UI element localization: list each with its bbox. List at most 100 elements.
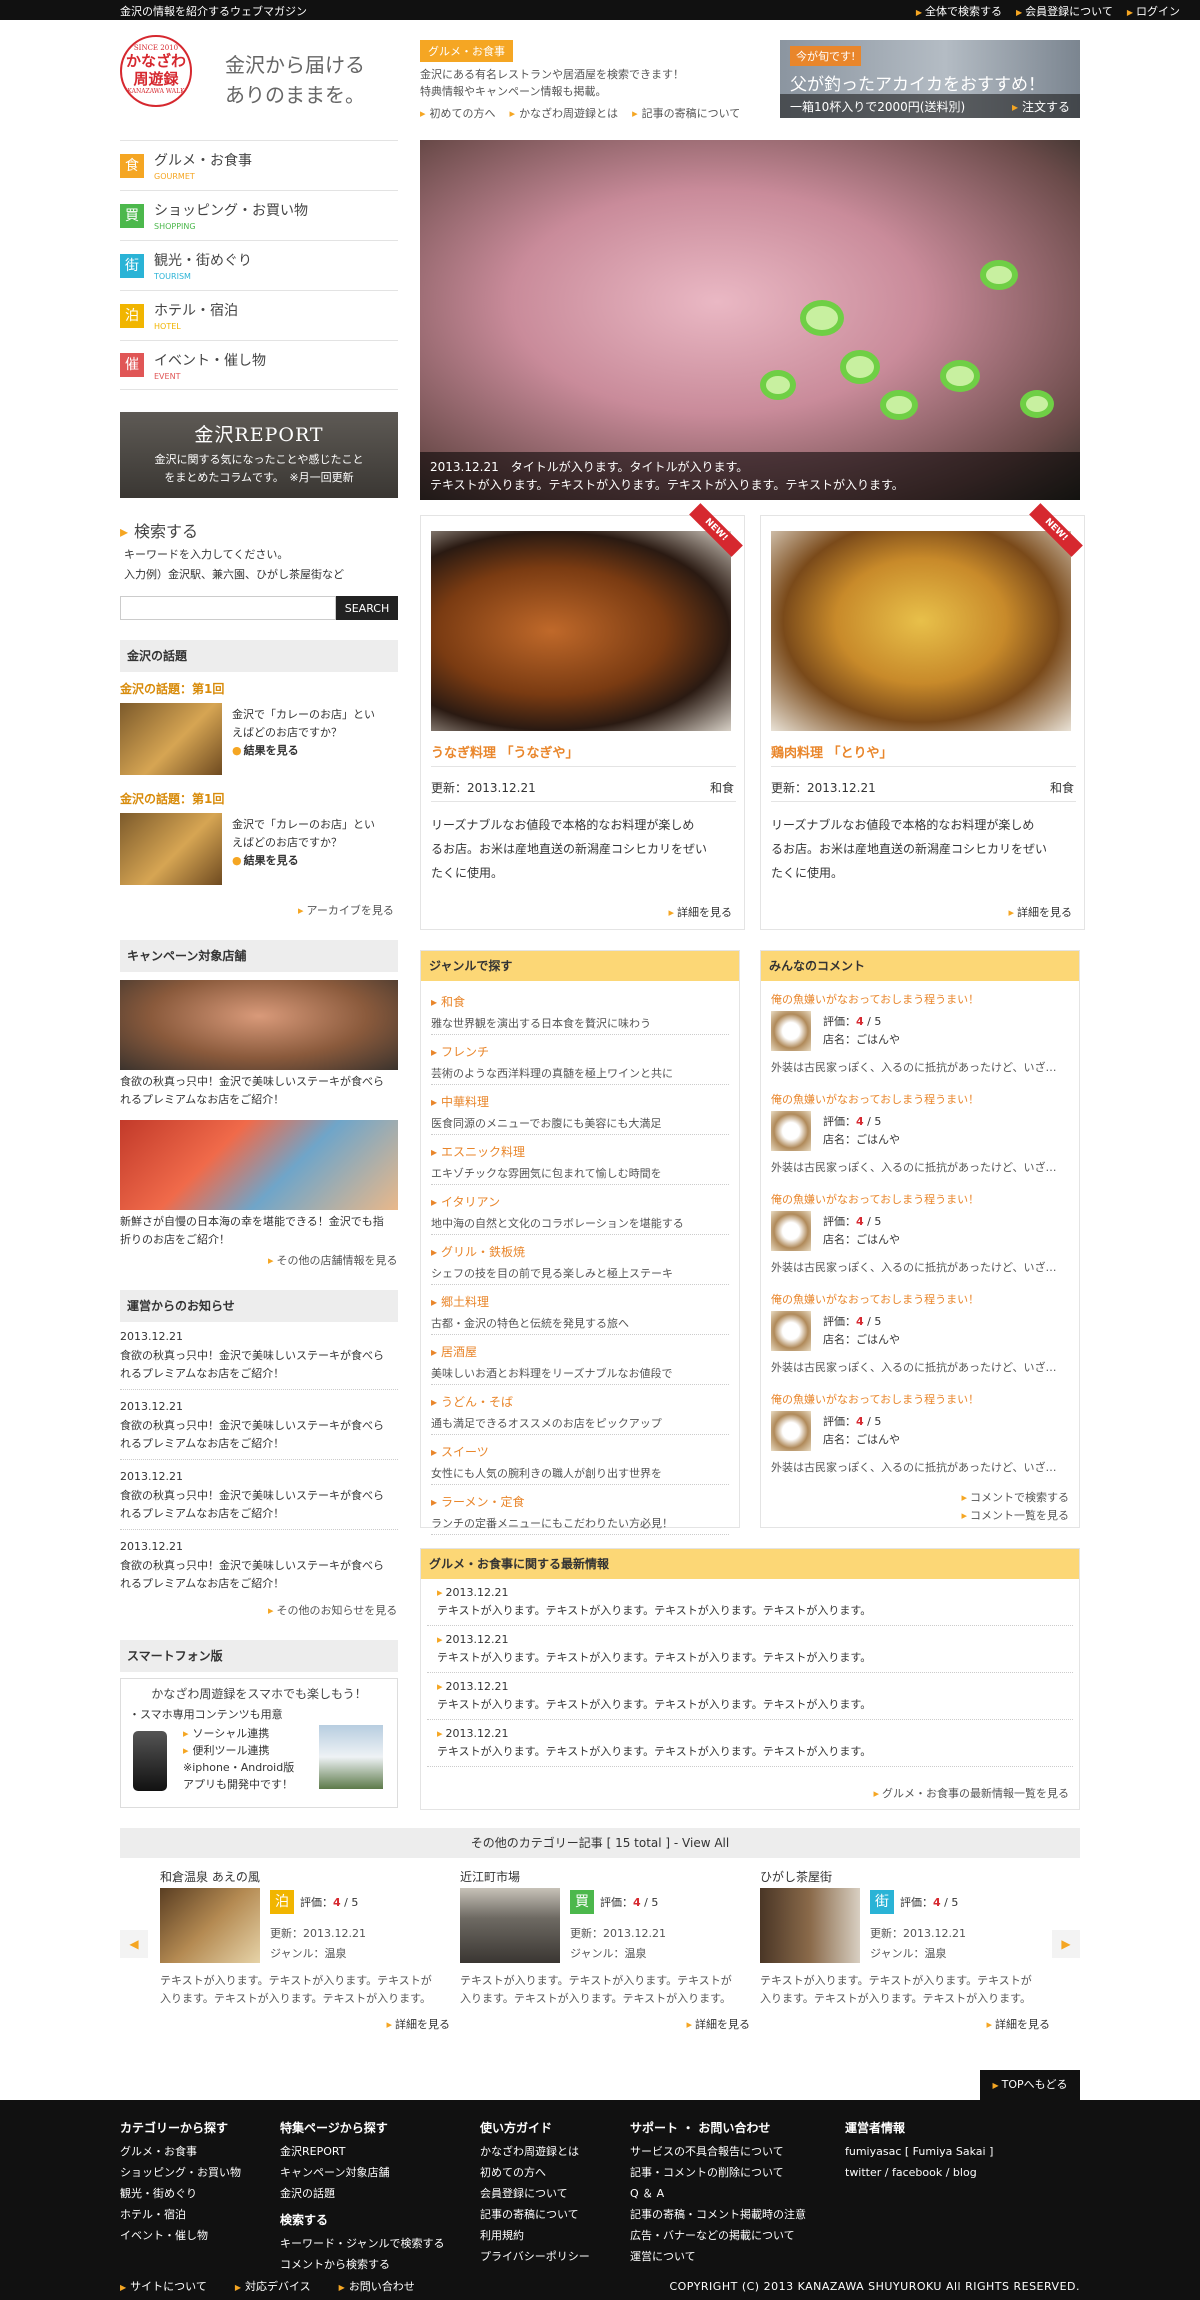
footer-link[interactable]: キャンペーン対象店舗	[280, 2162, 444, 2183]
genre-item[interactable]: イタリアン地中海の自然と文化のコラボレーションを堪能する	[431, 1185, 729, 1235]
notice-text[interactable]: 食欲の秋真っ只中！金沢で美味しいステーキが食べら れるプレミアムなお店をご紹介！	[120, 1487, 400, 1523]
campaign-more-link[interactable]: その他の店舗情報を見る	[268, 1252, 398, 1268]
shop-card[interactable]: NEW! うなぎ料理 「うなぎや」 更新：2013.12.21 和食 リーズナブ…	[420, 503, 745, 930]
notice-text[interactable]: 食欲の秋真っ只中！金沢で美味しいステーキが食べら れるプレミアムなお店をご紹介！	[120, 1557, 400, 1593]
comment-title[interactable]: 俺の魚嫌いがなおっておしまう程うまい！	[771, 1185, 1069, 1207]
nav-item-event[interactable]: 催イベント・催し物 EVENT	[120, 340, 398, 390]
other-detail-link[interactable]: 詳細を見る	[386, 2016, 450, 2032]
comment-item[interactable]: 俺の魚嫌いがなおっておしまう程うまい！ 評価：4 / 5 店名：ごはんや 外装は古民家…	[771, 985, 1069, 1085]
about-link[interactable]: かなざわ周遊録とは	[510, 105, 618, 121]
genre-item[interactable]: ラーメン・定食ランチの定番メニューにもこだわりたい方必見！	[431, 1485, 729, 1535]
genre-item[interactable]: 中華料理医食同源のメニューでお腹にも美容にも大満足	[431, 1085, 729, 1135]
topic-rank[interactable]: 金沢の話題：第1回	[120, 790, 224, 807]
footer-link[interactable]: 記事の寄稿について	[480, 2204, 590, 2225]
comment-title[interactable]: 俺の魚嫌いがなおっておしまう程うまい！	[771, 1285, 1069, 1307]
nav-item-shopping[interactable]: 買ショッピング・お買い物 SHOPPING	[120, 190, 398, 240]
other-title[interactable]: 近江町市場	[460, 1868, 750, 1885]
comment-image[interactable]	[771, 1311, 811, 1351]
card-title[interactable]: うなぎ料理 「うなぎや」	[431, 742, 579, 761]
next-arrow-icon[interactable]: ▶	[1052, 1930, 1080, 1958]
topic-result-link[interactable]: 結果を見る	[232, 852, 402, 870]
topic-image[interactable]	[120, 703, 222, 775]
topics-archive-link[interactable]: アーカイブを見る	[298, 902, 394, 918]
back-to-top-button[interactable]: TOPへもどる	[980, 2070, 1080, 2100]
card-detail-link[interactable]: 詳細を見る	[1008, 904, 1072, 920]
footer-link[interactable]: Q ＆ A	[630, 2183, 806, 2204]
card-image[interactable]	[771, 531, 1071, 731]
comment-image[interactable]	[771, 1211, 811, 1251]
footer-device-link[interactable]: 対応デバイス	[235, 2278, 311, 2294]
genre-name[interactable]: グリル・鉄板焼	[431, 1243, 729, 1260]
footer-link[interactable]: グルメ・お食事	[120, 2141, 241, 2162]
search-input[interactable]	[120, 596, 336, 620]
footer-link[interactable]: 観光・街めぐり	[120, 2183, 241, 2204]
comment-item[interactable]: 俺の魚嫌いがなおっておしまう程うまい！ 評価：4 / 5 店名：ごはんや 外装は古民家…	[771, 1185, 1069, 1285]
genre-item[interactable]: 居酒屋美味しいお酒とお料理をリーズナブルなお値段で	[431, 1335, 729, 1385]
footer-link[interactable]: サービスの不具合報告について	[630, 2141, 806, 2162]
card-detail-link[interactable]: 詳細を見る	[668, 904, 732, 920]
comment-item[interactable]: 俺の魚嫌いがなおっておしまう程うまい！ 評価：4 / 5 店名：ごはんや 外装は古民家…	[771, 1285, 1069, 1385]
login-link[interactable]: ログイン	[1127, 3, 1180, 19]
genre-name[interactable]: 中華料理	[431, 1093, 729, 1110]
footer-link[interactable]: かなざわ周遊録とは	[480, 2141, 590, 2162]
topic-rank[interactable]: 金沢の話題：第1回	[120, 680, 224, 697]
latest-item[interactable]: 2013.12.21 テキストが入ります。テキストが入ります。テキストが入ります。…	[427, 1673, 1073, 1720]
comment-title[interactable]: 俺の魚嫌いがなおっておしまう程うまい！	[771, 985, 1069, 1007]
notice-text[interactable]: 食欲の秋真っ只中！金沢で美味しいステーキが食べら れるプレミアムなお店をご紹介！	[120, 1347, 400, 1383]
latest-item[interactable]: 2013.12.21 テキストが入ります。テキストが入ります。テキストが入ります。…	[427, 1720, 1073, 1767]
footer-link[interactable]: twitter / facebook / blog	[845, 2162, 993, 2183]
other-image[interactable]	[460, 1888, 560, 1963]
other-title[interactable]: 和倉温泉 あえの風	[160, 1868, 450, 1885]
footer-contact-link[interactable]: お問い合わせ	[339, 2278, 415, 2294]
footer-link[interactable]: 初めての方へ	[480, 2162, 590, 2183]
other-image[interactable]	[160, 1888, 260, 1963]
genre-name[interactable]: ラーメン・定食	[431, 1493, 729, 1510]
latest-item[interactable]: 2013.12.21 テキストが入ります。テキストが入ります。テキストが入ります。…	[427, 1579, 1073, 1626]
site-logo[interactable]: SINCE 2010 かなざわ 周遊録 KANAZAWA WALK	[120, 35, 192, 107]
other-category-header[interactable]: その他のカテゴリー記事 [ 15 total ] - View All	[120, 1828, 1080, 1858]
footer-link[interactable]: コメントから検索する	[280, 2254, 444, 2275]
other-detail-link[interactable]: 詳細を見る	[986, 2016, 1050, 2032]
genre-item[interactable]: 郷土料理古都・金沢の特色と伝統を発見する旅へ	[431, 1285, 729, 1335]
footer-link[interactable]: 金沢REPORT	[280, 2141, 444, 2162]
footer-link[interactable]: 利用規約	[480, 2225, 590, 2246]
other-detail-link[interactable]: 詳細を見る	[686, 2016, 750, 2032]
genre-item[interactable]: スイーツ女性にも人気の腕利きの職人が創り出す世界を	[431, 1435, 729, 1485]
other-title[interactable]: ひがし茶屋街	[760, 1868, 1050, 1885]
genre-item[interactable]: グリル・鉄板焼シェフの技を目の前で見る楽しみと極上ステーキ	[431, 1235, 729, 1285]
promo-banner[interactable]: 今が旬です! 父が釣ったアカイカをおすすめ！ 一箱10杯入りで2000円(送料別…	[780, 40, 1080, 118]
latest-item[interactable]: 2013.12.21 テキストが入ります。テキストが入ります。テキストが入ります。…	[427, 1626, 1073, 1673]
footer-link[interactable]: 記事の寄稿・コメント掲載時の注意	[630, 2204, 806, 2225]
other-image[interactable]	[760, 1888, 860, 1963]
comment-title[interactable]: 俺の魚嫌いがなおっておしまう程うまい！	[771, 1085, 1069, 1107]
latest-more-link[interactable]: グルメ・お食事の最新情報一覧を見る	[873, 1785, 1069, 1801]
other-card[interactable]: 近江町市場 買 評価：4 / 5 更新：2013.12.21 ジャンル：温泉 テキ…	[460, 1868, 750, 2031]
genre-name[interactable]: イタリアン	[431, 1193, 729, 1210]
comment-title[interactable]: 俺の魚嫌いがなおっておしまう程うまい！	[771, 1385, 1069, 1407]
other-card[interactable]: ひがし茶屋街 街 評価：4 / 5 更新：2013.12.21 ジャンル：温泉 テ…	[760, 1868, 1050, 2031]
footer-link[interactable]: ショッピング・お買い物	[120, 2162, 241, 2183]
genre-item[interactable]: エスニック料理エキゾチックな雰囲気に包まれて愉しむ時間を	[431, 1135, 729, 1185]
campaign-image[interactable]	[120, 1120, 398, 1210]
nav-item-hotel[interactable]: 泊ホテル・宿泊 HOTEL	[120, 290, 398, 340]
genre-name[interactable]: フレンチ	[431, 1043, 729, 1060]
genre-name[interactable]: 郷土料理	[431, 1293, 729, 1310]
topic-image[interactable]	[120, 813, 222, 885]
promo-order-button[interactable]: 注文する	[1012, 98, 1070, 114]
prev-arrow-icon[interactable]: ◀	[120, 1930, 148, 1958]
genre-item[interactable]: フレンチ芸術のような西洋料理の真髄を極上ワインと共に	[431, 1035, 729, 1085]
genre-name[interactable]: 和食	[431, 993, 729, 1010]
other-card[interactable]: 和倉温泉 あえの風 泊 評価：4 / 5 更新：2013.12.21 ジャンル：温…	[160, 1868, 450, 2031]
campaign-image[interactable]	[120, 980, 398, 1070]
comment-item[interactable]: 俺の魚嫌いがなおっておしまう程うまい！ 評価：4 / 5 店名：ごはんや 外装は古民家…	[771, 1085, 1069, 1185]
global-search-link[interactable]: 全体で検索する	[916, 3, 1002, 19]
genre-name[interactable]: 居酒屋	[431, 1343, 729, 1360]
comment-image[interactable]	[771, 1011, 811, 1051]
genre-name[interactable]: スイーツ	[431, 1443, 729, 1460]
contribute-link[interactable]: 記事の寄稿について	[632, 105, 741, 121]
card-title[interactable]: 鶏肉料理 「とりや」	[771, 742, 893, 761]
footer-link[interactable]: キーワード・ジャンルで検索する	[280, 2233, 444, 2254]
genre-item[interactable]: うどん・そば通も満足できるオススメのお店をピックアップ	[431, 1385, 729, 1435]
footer-link[interactable]: イベント・催し物	[120, 2225, 241, 2246]
footer-link[interactable]: ホテル・宿泊	[120, 2204, 241, 2225]
